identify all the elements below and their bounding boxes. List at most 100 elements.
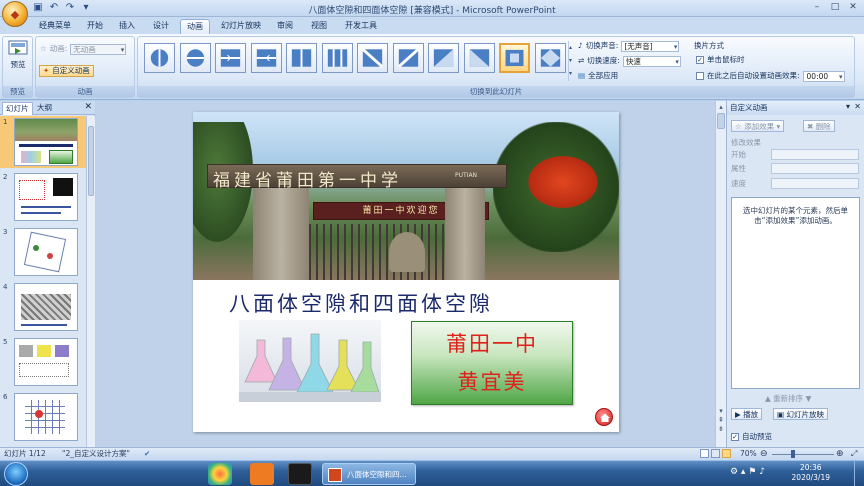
- tray-icons[interactable]: ⚙ ▴ ⚑ ♪: [730, 467, 765, 477]
- maximize-icon[interactable]: □: [828, 2, 842, 13]
- taskbar-app-icon[interactable]: [208, 463, 232, 485]
- zoom-level[interactable]: 70%: [740, 448, 757, 460]
- preview-icon: [8, 40, 28, 55]
- tab-developer[interactable]: 开发工具: [340, 19, 382, 34]
- start-combo[interactable]: [771, 149, 859, 160]
- tab-insert[interactable]: 插入: [112, 19, 142, 34]
- slideshow-button[interactable]: ▣ 幻灯片放映: [773, 408, 828, 420]
- transition-effect-thumbnail[interactable]: [357, 43, 388, 73]
- thumbnail-image: [14, 283, 78, 331]
- tab-home[interactable]: 开始: [80, 19, 110, 34]
- reorder-up-icon[interactable]: ▲: [765, 394, 771, 403]
- thumbnails-scrollbar[interactable]: [86, 116, 95, 447]
- normal-view-icon[interactable]: [700, 449, 709, 458]
- animate-combo[interactable]: 无动画: [70, 43, 127, 55]
- author-box: 莆田一中 黄宜美: [411, 321, 573, 405]
- slide-thumbnail[interactable]: 4: [0, 281, 86, 333]
- transition-icon: [433, 49, 454, 67]
- sound-row: ♪ 切换声音: [无声音]: [578, 40, 680, 52]
- editor-scrollbar[interactable]: ▴ ▾ ⇞ ⇟: [715, 101, 726, 447]
- reorder-down-icon[interactable]: ▼: [806, 394, 812, 403]
- tab-slides[interactable]: 幻灯片: [2, 102, 33, 115]
- apply-all-button[interactable]: ▤ 全部应用: [578, 70, 618, 82]
- custom-animation-pane: 自定义动画 ▾ ✕ ☆ 添加效果 ▾ ✖ 删除 修改效果 开始 属性 速度 选中…: [726, 101, 864, 447]
- fit-window-icon[interactable]: ⤢: [851, 448, 857, 460]
- minimize-icon[interactable]: –: [810, 2, 824, 13]
- panel-close-icon[interactable]: ✕: [84, 102, 92, 112]
- speed-label: 切换速度:: [587, 56, 620, 65]
- transition-effect-thumbnail[interactable]: [144, 43, 175, 73]
- taskbar-active-window[interactable]: 八面体空隙和四...: [322, 463, 416, 485]
- property-combo[interactable]: [771, 163, 859, 174]
- on-click-label: 单击鼠标时: [707, 55, 745, 64]
- tab-design[interactable]: 设计: [146, 19, 176, 34]
- slideshow-view-icon[interactable]: [722, 449, 731, 458]
- start-button[interactable]: [4, 462, 28, 486]
- transition-icon: [291, 49, 312, 67]
- zoom-out-icon[interactable]: ⊖: [760, 448, 768, 460]
- gallery-scroll[interactable]: ▴ ▾ ▾: [568, 41, 574, 81]
- tab-view[interactable]: 视图: [304, 19, 334, 34]
- home-icon[interactable]: [595, 408, 613, 426]
- remove-effect-button[interactable]: ✖ 删除: [803, 120, 835, 132]
- pane-close-icon[interactable]: ✕: [854, 102, 861, 111]
- speed-label-pane: 速度: [731, 179, 746, 188]
- spellcheck-icon[interactable]: ✔: [144, 448, 150, 460]
- transition-icon: [256, 49, 276, 67]
- sorter-view-icon[interactable]: [711, 449, 720, 458]
- close-icon[interactable]: ✕: [846, 2, 860, 13]
- transition-effect-thumbnail[interactable]: [250, 43, 282, 73]
- taskbar-app-icon[interactable]: [288, 463, 312, 485]
- current-slide[interactable]: 福建省莆田第一中学 PUTIAN 莆田一中欢迎您 八面体空隙和四面体空隙 莆田一…: [193, 112, 619, 432]
- auto-advance-time[interactable]: 00:00: [802, 70, 845, 82]
- pane-dropdown-icon[interactable]: ▾: [846, 102, 850, 111]
- transition-effect-thumbnail[interactable]: [499, 43, 530, 73]
- transition-effect-thumbnail[interactable]: [534, 43, 566, 73]
- auto-advance-checkbox[interactable]: [696, 72, 704, 80]
- clock[interactable]: 20:36 2020/3/19: [792, 463, 830, 483]
- slide-thumbnail[interactable]: 1: [0, 116, 86, 168]
- on-click-row: ✓ 单击鼠标时: [696, 54, 745, 66]
- transition-effect-thumbnail[interactable]: [286, 43, 317, 73]
- tab-review[interactable]: 审阅: [270, 19, 300, 34]
- add-effect-button[interactable]: ☆ 添加效果 ▾: [731, 120, 785, 132]
- transition-effect-thumbnail[interactable]: [179, 43, 211, 73]
- tab-slideshow[interactable]: 幻灯片放映: [216, 19, 266, 34]
- play-button[interactable]: ▶ 播放: [731, 408, 763, 420]
- transition-effect-thumbnail[interactable]: [428, 43, 459, 73]
- animation-list[interactable]: 选中幻灯片的某个元素，然后单击“添加效果”添加动画。: [731, 197, 860, 389]
- on-click-checkbox[interactable]: ✓: [696, 56, 704, 64]
- ribbon-tabs: 经典菜单 开始 插入 设计 动画 幻灯片放映 审阅 视图 开发工具: [0, 17, 864, 34]
- office-button[interactable]: ◆: [2, 1, 28, 27]
- start-label: 开始: [731, 150, 746, 159]
- thumbnail-image: [14, 338, 78, 386]
- zoom-slider-thumb[interactable]: [790, 450, 795, 458]
- advance-header: 换片方式: [694, 41, 724, 50]
- slide-thumbnail[interactable]: 6: [0, 391, 86, 443]
- speed-combo[interactable]: 快速: [622, 55, 681, 67]
- sound-combo[interactable]: [无声音]: [621, 40, 680, 52]
- custom-animation-button[interactable]: ✦ 自定义动画: [39, 65, 94, 77]
- tab-animation[interactable]: 动画: [180, 19, 210, 34]
- tab-outline[interactable]: 大纲: [34, 102, 55, 115]
- transition-effect-thumbnail[interactable]: [392, 43, 424, 73]
- zoom-slider[interactable]: [772, 454, 834, 455]
- autopreview-checkbox[interactable]: ✓: [731, 433, 739, 441]
- transition-effect-thumbnail[interactable]: [463, 43, 495, 73]
- taskbar-app-icon[interactable]: [250, 463, 274, 485]
- gate-banner-text: 福建省莆田第一中学: [213, 171, 402, 191]
- slide-thumbnail[interactable]: 5: [0, 336, 86, 388]
- tab-classic-menu[interactable]: 经典菜单: [34, 19, 76, 34]
- preview-button[interactable]: 预览: [5, 39, 31, 70]
- transition-icon: [540, 49, 560, 67]
- group-animation: ☆ 动画: 无动画 ✦ 自定义动画 动画: [35, 36, 135, 98]
- transition-effect-thumbnail[interactable]: [215, 43, 246, 73]
- custom-animation-icon: ✦: [43, 66, 50, 75]
- zoom-in-icon[interactable]: ⊕: [836, 448, 844, 460]
- transition-effect-thumbnail[interactable]: [321, 43, 353, 73]
- slide-thumbnail[interactable]: 2: [0, 171, 86, 223]
- show-desktop-button[interactable]: [854, 461, 864, 486]
- window-controls: – □ ✕: [810, 2, 860, 13]
- speed-combo-pane[interactable]: [771, 178, 859, 189]
- slide-thumbnail[interactable]: 3: [0, 226, 86, 278]
